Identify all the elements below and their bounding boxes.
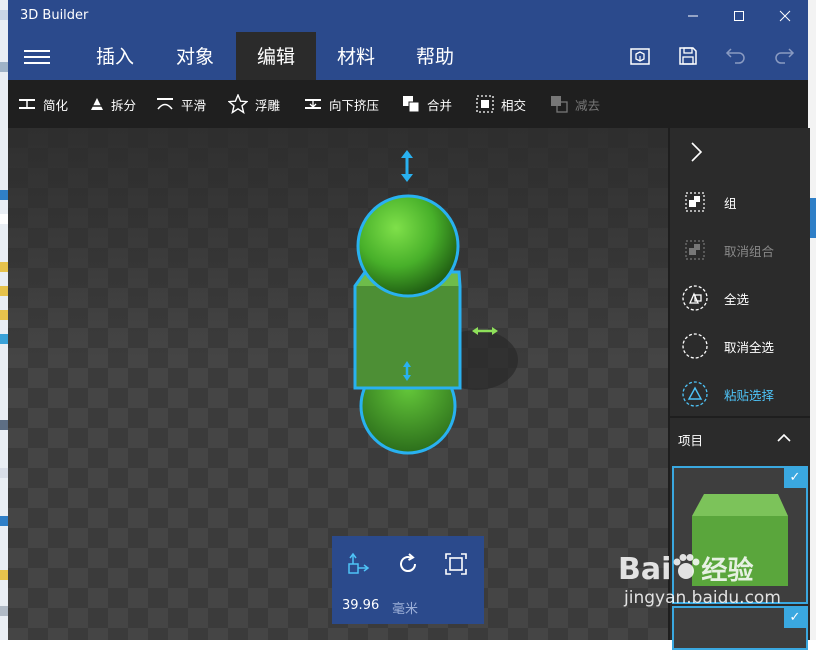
undo-icon[interactable] [724, 44, 748, 68]
minimize-button[interactable] [670, 0, 716, 32]
move-icon [348, 552, 370, 574]
selected-check-icon-2: ✓ [784, 608, 806, 628]
extrude-down-icon [305, 99, 321, 109]
paw-icon [673, 554, 700, 579]
intersect-icon [476, 95, 494, 113]
group-button[interactable]: 组 [670, 178, 810, 226]
smooth-label: 平滑 [181, 97, 207, 113]
subtract-label: 减去 [575, 97, 601, 113]
simplify-icon [19, 99, 35, 109]
scale-icon [445, 553, 467, 575]
chevron-right-icon[interactable] [684, 140, 708, 164]
split-button[interactable]: 拆分 [90, 80, 136, 128]
desktop-background-left [0, 0, 8, 640]
subtract-button[interactable]: 减去 [550, 80, 600, 128]
emboss-star-icon [228, 94, 248, 114]
chevron-up-icon[interactable] [774, 428, 794, 448]
transform-panel: 39.96 毫米 [332, 536, 484, 624]
smooth-button[interactable]: 平滑 [156, 80, 206, 128]
ungroup-label: 取消组合 [724, 243, 775, 259]
sticky-selection-button[interactable]: 粘贴选择 [670, 370, 810, 418]
minimize-icon [688, 15, 698, 17]
deselect-all-label: 取消全选 [724, 339, 775, 355]
deselect-all-icon [682, 333, 708, 359]
project-thumbnail-2[interactable]: ✓ [672, 606, 808, 650]
watermark-brand: Bai [618, 552, 672, 587]
maximize-icon [734, 11, 744, 21]
split-label: 拆分 [111, 97, 137, 113]
save-icon[interactable] [676, 44, 700, 68]
scale-tool-button[interactable] [442, 550, 470, 578]
title-bar: 3D Builder [8, 0, 808, 32]
tab-insert[interactable]: 插入 [76, 32, 154, 80]
dimension-value[interactable]: 39.96 [342, 598, 379, 613]
sticky-selection-label: 粘贴选择 [724, 387, 775, 403]
maximize-button[interactable] [716, 0, 762, 32]
extrude-down-button[interactable]: 向下挤压 [304, 80, 379, 128]
select-all-button[interactable]: 全选 [670, 274, 810, 322]
group-icon [685, 192, 705, 212]
emboss-label: 浮雕 [255, 97, 281, 113]
app-window: 3D Builder 插入 对象 编辑 材料 帮助 简化 拆分 平滑 浮雕 向下… [8, 0, 810, 650]
projects-label: 项目 [678, 433, 704, 448]
view-3d-icon[interactable] [628, 44, 652, 68]
app-title: 3D Builder [20, 8, 89, 23]
close-icon [779, 10, 791, 22]
subtract-icon [551, 96, 568, 113]
ungroup-button[interactable]: 取消组合 [670, 226, 810, 274]
simplify-label: 简化 [43, 97, 69, 113]
hamburger-menu-button[interactable] [24, 46, 50, 66]
rotate-icon [400, 553, 417, 573]
watermark-url: jingyan.baidu.com [624, 588, 781, 608]
tab-help[interactable]: 帮助 [396, 32, 474, 80]
tab-object[interactable]: 对象 [156, 32, 234, 80]
extrude-down-label: 向下挤压 [329, 97, 380, 113]
menu-bar: 插入 对象 编辑 材料 帮助 [8, 32, 808, 80]
close-button[interactable] [762, 0, 808, 32]
top-sphere[interactable] [356, 194, 460, 298]
redo-icon[interactable] [772, 44, 796, 68]
smooth-icon [157, 98, 173, 110]
group-label: 组 [724, 195, 737, 211]
intersect-button[interactable]: 相交 [476, 80, 526, 128]
merge-icon [403, 96, 420, 113]
split-icon [91, 98, 103, 110]
select-all-label: 全选 [724, 291, 750, 307]
sticky-selection-icon [682, 381, 708, 407]
dimension-unit: 毫米 [392, 602, 419, 617]
3d-viewport[interactable]: 39.96 毫米 [8, 128, 668, 640]
move-tool-button[interactable] [344, 550, 372, 578]
intersect-label: 相交 [501, 97, 527, 113]
selected-check-icon: ✓ [784, 468, 806, 488]
deselect-all-button[interactable]: 取消全选 [670, 322, 810, 370]
watermark-brand-suffix: 经验 [701, 556, 754, 586]
edit-toolbar: 简化 拆分 平滑 浮雕 向下挤压 合并 相交 减去 [8, 80, 808, 128]
merge-button[interactable]: 合并 [402, 80, 452, 128]
rotate-tool-button[interactable] [394, 550, 422, 578]
merge-label: 合并 [427, 97, 453, 113]
select-all-icon [682, 285, 708, 311]
emboss-button[interactable]: 浮雕 [228, 80, 280, 128]
ungroup-icon [685, 240, 705, 260]
tab-material[interactable]: 材料 [316, 32, 396, 80]
tab-edit[interactable]: 编辑 [236, 32, 316, 80]
simplify-button[interactable]: 简化 [18, 80, 68, 128]
projects-header: 项目 [670, 416, 810, 458]
